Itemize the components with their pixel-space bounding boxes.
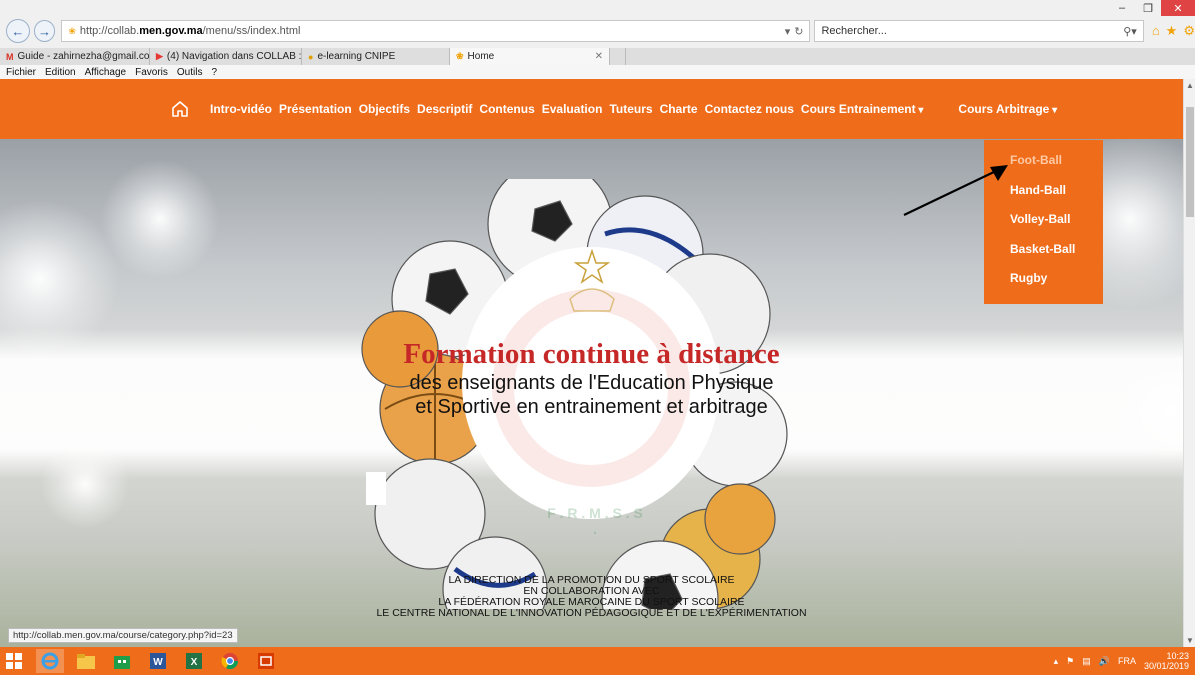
elearning-icon: ● [308, 51, 314, 62]
dropdown-item-rugby[interactable]: Rugby [984, 264, 1103, 294]
forward-icon[interactable]: → [33, 20, 56, 42]
site-favicon-icon: ❀ [68, 25, 76, 36]
menu-help[interactable]: ? [211, 67, 217, 78]
settings-gear-icon[interactable]: ⚙ [1183, 23, 1195, 39]
scroll-thumb[interactable] [1186, 107, 1194, 217]
scroll-down-icon[interactable]: ▼ [1184, 636, 1195, 645]
status-bar-url: http://collab.men.gov.ma/course/category… [8, 628, 238, 643]
nav-descriptif[interactable]: Descriptif [417, 102, 472, 116]
nav-contenus[interactable]: Contenus [479, 102, 534, 116]
browser-menubar: Fichier Edition Affichage Favoris Outils… [0, 65, 1195, 79]
nav-tuteurs[interactable]: Tuteurs [609, 102, 652, 116]
nav-charte[interactable]: Charte [660, 102, 698, 116]
tray-chevron-icon[interactable]: ▴ [1054, 656, 1059, 667]
hero-subtitle-1: des enseignants de l'Education Physique [409, 372, 774, 394]
stadium-light [100, 159, 220, 279]
menu-fichier[interactable]: Fichier [6, 67, 36, 78]
tab-elearning[interactable]: ● e-learning CNIPE [302, 48, 450, 65]
nav-cours-entrainement[interactable]: Cours Entrainement [801, 102, 924, 116]
slider-marker [366, 472, 386, 505]
word-icon[interactable]: W [144, 649, 172, 673]
browser-titlebar: – ❐ ✕ ← → ❀ http://collab.men.gov.ma/men… [0, 0, 1195, 48]
close-icon[interactable]: ✕ [1161, 0, 1195, 16]
annotation-arrow-icon [903, 165, 1008, 216]
app-icon[interactable] [252, 649, 280, 673]
hero-title: Formation continue à distance [403, 338, 780, 370]
tab-home[interactable]: ❀ Home ✕ [450, 48, 610, 65]
clock-time: 10:23 [1166, 651, 1189, 661]
menu-affichage[interactable]: Affichage [85, 67, 127, 78]
home-icon[interactable]: ⌂ [1152, 23, 1160, 39]
search-icon[interactable]: ⚲▾ [1123, 25, 1137, 38]
credit-line: LE CENTRE NATIONAL DE L'INNOVATION PÉDAG… [376, 607, 807, 619]
web-page: Intro-vidéo Présentation Objectifs Descr… [0, 79, 1183, 647]
browser-tabs: M Guide - zahirnezha@gmail.co... ▶ (4) Nav… [0, 48, 1195, 65]
crown-star-icon [569, 249, 615, 312]
home-tab-favicon-icon: ❀ [456, 51, 464, 61]
gmail-icon: M [6, 51, 14, 62]
internet-explorer-icon[interactable] [36, 649, 64, 673]
hero-credits: LA DIRECTION DE LA PROMOTION DU SPORT SC… [0, 575, 1183, 619]
store-icon[interactable] [108, 649, 136, 673]
home-icon[interactable] [170, 99, 190, 119]
tab-gmail[interactable]: M Guide - zahirnezha@gmail.co... [0, 48, 150, 65]
nav-contactez-nous[interactable]: Contactez nous [705, 102, 794, 116]
clock-date: 30/01/2019 [1143, 661, 1189, 671]
svg-text:W: W [153, 657, 163, 668]
file-explorer-icon[interactable] [72, 649, 100, 673]
hero-subtitle-2: et Sportive en entrainement et arbitrage [415, 396, 768, 418]
menu-edition[interactable]: Edition [45, 67, 76, 78]
new-tab-button[interactable] [610, 48, 626, 65]
nav-cours-arbitrage[interactable]: Cours Arbitrage [958, 102, 1057, 116]
windows-start-icon[interactable] [0, 647, 28, 675]
volume-icon[interactable]: 🔊 [1099, 656, 1110, 667]
chrome-icon[interactable] [216, 649, 244, 673]
excel-icon[interactable]: X [180, 649, 208, 673]
nav-objectifs[interactable]: Objectifs [359, 102, 410, 116]
menu-outils[interactable]: Outils [177, 67, 203, 78]
search-placeholder: Rechercher... [821, 25, 887, 37]
close-tab-icon[interactable]: ✕ [595, 51, 603, 62]
nav-presentation[interactable]: Présentation [279, 102, 352, 116]
minimize-icon[interactable]: – [1109, 0, 1135, 16]
address-url: http://collab.men.gov.ma/menu/ss/index.h… [79, 25, 301, 37]
address-bar[interactable]: ❀ http://collab.men.gov.ma/menu/ss/index… [61, 20, 811, 42]
browser-tool-icons: ⌂ ★ ⚙ [1152, 23, 1195, 39]
search-box[interactable]: Rechercher... ⚲▾ [814, 20, 1144, 42]
back-icon[interactable]: ← [6, 19, 30, 43]
windows-taskbar: W X ▴ ⚑ ▤ 🔊 FRA 10:23 30/01/2019 [0, 647, 1195, 675]
dropdown-chevron-icon[interactable]: ▾ [785, 25, 791, 38]
window-controls: – ❐ ✕ [1109, 0, 1195, 16]
scroll-up-icon[interactable]: ▲ [1184, 81, 1195, 90]
clock[interactable]: 10:23 30/01/2019 [1144, 651, 1189, 671]
refresh-icon[interactable]: ↻ [794, 25, 803, 38]
nav-intro-video[interactable]: Intro-vidéo [210, 102, 272, 116]
address-row: ← → ❀ http://collab.men.gov.ma/menu/ss/i… [0, 16, 1195, 46]
svg-text:X: X [191, 657, 198, 668]
restore-icon[interactable]: ❐ [1135, 0, 1161, 16]
menu-favoris[interactable]: Favoris [135, 67, 168, 78]
nav-evaluation[interactable]: Evaluation [542, 102, 603, 116]
dropdown-item-basket-ball[interactable]: Basket-Ball [984, 235, 1103, 265]
flag-icon[interactable]: ⚑ [1066, 656, 1074, 667]
tab-youtube[interactable]: ▶ (4) Navigation dans COLLAB : ... [150, 48, 302, 65]
language-indicator[interactable]: FRA [1118, 656, 1136, 666]
emblem-letters: F . R . M . S . S . [547, 505, 643, 537]
site-nav: Intro-vidéo Présentation Objectifs Descr… [0, 79, 1183, 139]
hero-headline: Formation continue à distance des enseig… [0, 337, 1183, 419]
favorites-star-icon[interactable]: ★ [1166, 23, 1178, 39]
site-nav-links: Intro-vidéo Présentation Objectifs Descr… [170, 79, 1064, 139]
system-tray: ▴ ⚑ ▤ 🔊 FRA 10:23 30/01/2019 [1054, 647, 1189, 675]
network-icon[interactable]: ▤ [1082, 656, 1091, 667]
page-scrollbar[interactable]: ▲ ▼ [1183, 79, 1195, 647]
youtube-icon: ▶ [156, 51, 163, 61]
